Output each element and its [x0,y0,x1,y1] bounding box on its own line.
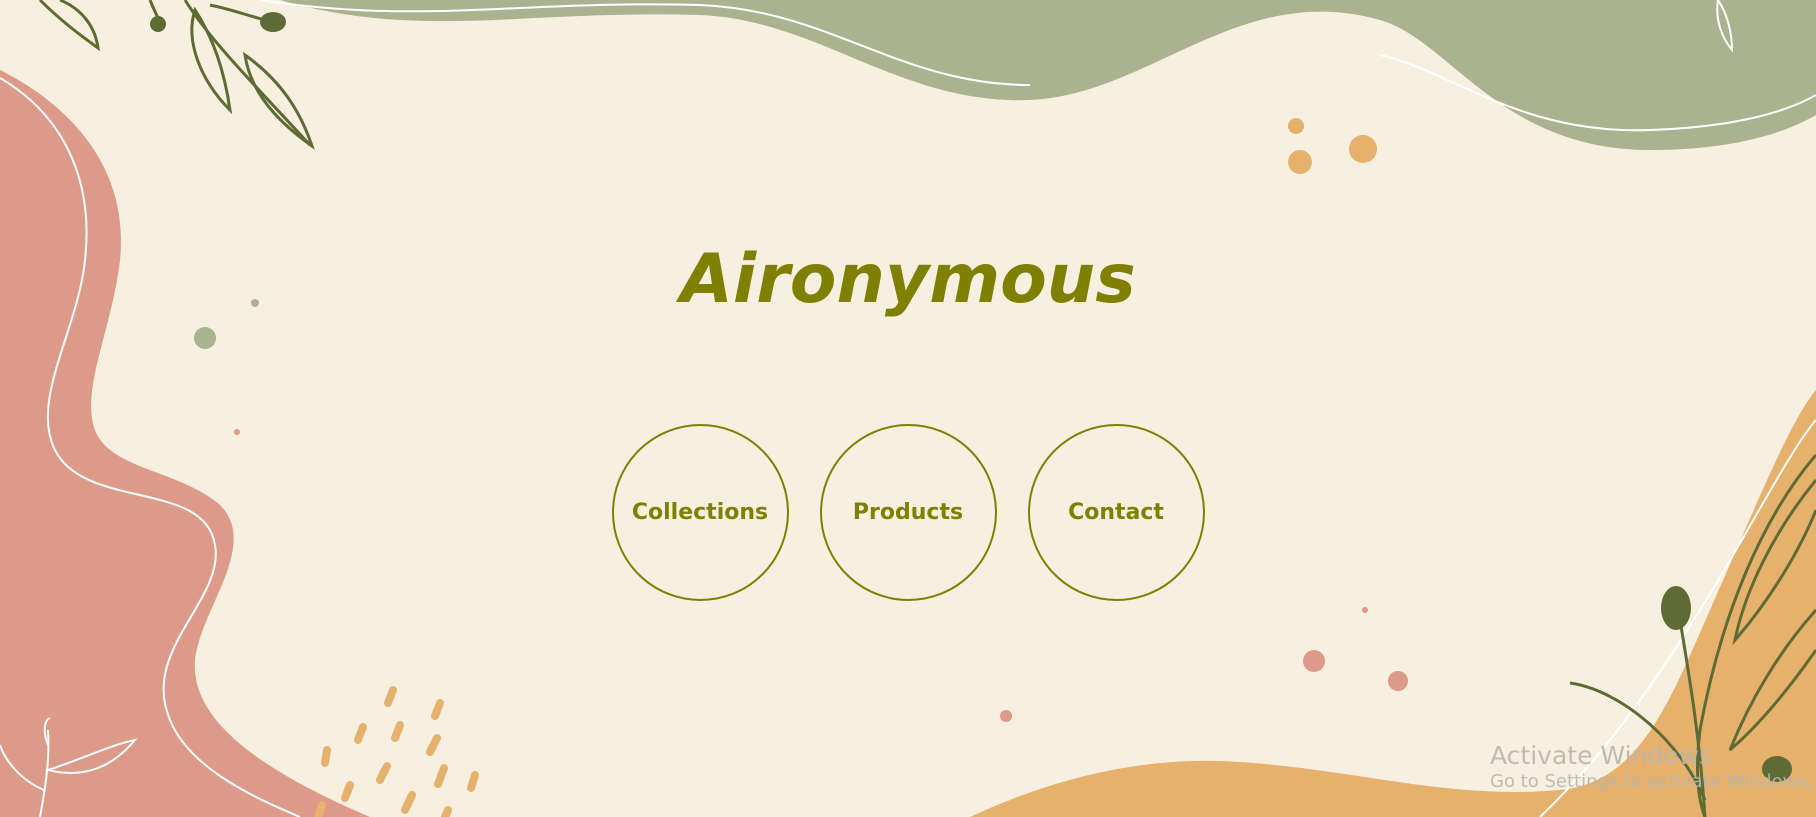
decor-dot [1303,650,1325,672]
decor-dot [1362,607,1368,613]
decor-dot [1000,710,1012,722]
page-canvas: Aironymous Collections Products Contact … [0,0,1816,817]
page-title: Aironymous [680,240,1136,319]
leaf-bud [150,16,166,32]
decor-dot [1288,118,1304,134]
collections-button[interactable]: Collections [611,424,789,601]
contact-button[interactable]: Contact [1027,424,1205,601]
watermark-title: Activate Windows [1490,741,1712,770]
decor-dot [1388,671,1408,691]
decorative-background [0,0,1816,817]
mustard-dash-cluster [314,686,479,817]
watermark-subtitle: Go to Settings to activate Windows. [1490,771,1813,793]
decor-dot [1349,135,1377,163]
products-button[interactable]: Products [819,424,997,601]
decor-dot [1288,150,1312,174]
circle-nav: Collections Products Contact [0,424,1816,601]
activate-windows-watermark: Activate Windows Go to Settings to activ… [1490,740,1816,794]
decor-dot [194,327,216,349]
leaf-bud [260,12,286,32]
